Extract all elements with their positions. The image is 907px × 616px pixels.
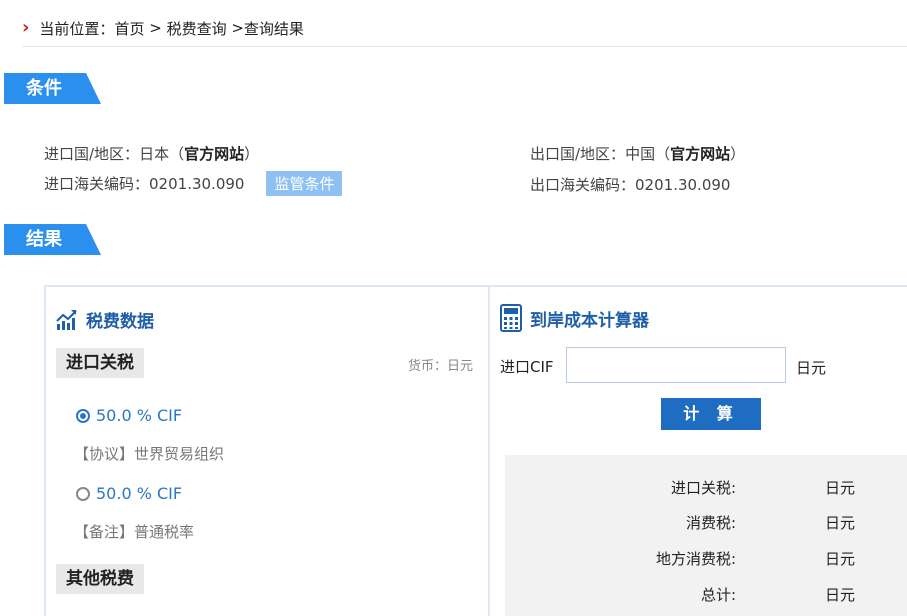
import-region-value: 日本 [139, 145, 170, 163]
import-region-label: 进口国/地区： [44, 145, 140, 163]
calculate-button[interactable]: 计 算 [661, 398, 761, 430]
cif-input[interactable] [566, 347, 786, 383]
breadcrumb-tax-query-link[interactable]: 税费查询 [167, 18, 227, 39]
export-official-site-link[interactable]: 官方网站 [670, 145, 730, 163]
breadcrumb-current: 查询结果 [243, 19, 304, 38]
import-region-row: 进口国/地区：日本（官方网站） [44, 143, 259, 164]
export-hs-row: 出口海关编码：0201.30.090 [530, 174, 730, 195]
rate-option-1[interactable]: 50.0 % CIF [76, 406, 182, 425]
trend-chart-icon [56, 309, 78, 331]
other-fees-label: 其他税费 [56, 564, 144, 594]
breadcrumb-separator: > [226, 19, 244, 37]
rate-note: 【备注】普通税率 [74, 523, 195, 541]
import-duty-label: 进口关税 [56, 348, 144, 378]
breadcrumb-home-link[interactable]: 首页 [114, 18, 144, 39]
breadcrumb-prefix: 当前位置： [39, 19, 115, 38]
breakdown-unit: 日元 [825, 514, 856, 532]
rate-option-text: 50.0 % CIF [96, 484, 183, 503]
section-tag-conditions: 条件 [4, 73, 101, 104]
radio-unchecked-icon[interactable] [76, 486, 90, 501]
import-official-site-link[interactable]: 官方网站 [184, 145, 244, 163]
breakdown-unit: 日元 [825, 550, 856, 568]
calculator-title: 到岸成本计算器 [500, 304, 649, 332]
breadcrumb: › 当前位置： 首页 > 税费查询 > 查询结果 [22, 16, 304, 40]
breakdown-unit: 日元 [825, 586, 856, 604]
export-region-row: 出口国/地区：中国（官方网站） [530, 143, 745, 164]
tax-data-title-text: 税费数据 [86, 312, 154, 332]
section-tag-results: 结果 [4, 224, 101, 255]
paren-close: ） [730, 145, 746, 163]
regulatory-conditions-button[interactable]: 监管条件 [266, 171, 343, 196]
breakdown-unit: 日元 [825, 479, 856, 497]
calculator-icon [500, 304, 522, 332]
breakdown-label-total: 总计: [700, 586, 736, 604]
paren-close: ） [244, 145, 260, 163]
breadcrumb-divider [22, 46, 907, 47]
export-hs-value: 0201.30.090 [635, 176, 731, 194]
rate-option-2[interactable]: 50.0 % CIF [76, 484, 182, 503]
chevron-right-icon: › [22, 17, 30, 38]
paren-open: （ [655, 145, 671, 163]
cif-unit: 日元 [796, 359, 827, 377]
radio-checked-icon[interactable] [76, 408, 90, 423]
tax-data-title: 税费数据 [56, 307, 154, 332]
breadcrumb-separator: > [144, 19, 167, 37]
panel-divider [488, 286, 490, 616]
paren-open: （ [169, 145, 185, 163]
rate-note: 【协议】世界贸易组织 [74, 445, 225, 463]
breakdown-label-local-consumption-tax: 地方消费税: [655, 550, 736, 568]
cif-label: 进口CIF [500, 358, 554, 376]
breakdown-label-import-duty: 进口关税: [670, 479, 736, 497]
export-region-value: 中国 [625, 145, 656, 163]
rate-option-text: 50.0 % CIF [96, 406, 183, 425]
import-hs-label: 进口海关编码： [44, 175, 150, 193]
export-region-label: 出口国/地区： [530, 145, 626, 163]
import-hs-row: 进口海关编码：0201.30.090 监管条件 [44, 171, 343, 196]
export-hs-label: 出口海关编码： [530, 176, 636, 194]
breakdown-label-consumption-tax: 消费税: [685, 514, 736, 532]
currency-label: 货币：日元 [408, 359, 474, 374]
import-hs-value: 0201.30.090 [149, 175, 245, 193]
calculator-title-text: 到岸成本计算器 [530, 310, 649, 331]
